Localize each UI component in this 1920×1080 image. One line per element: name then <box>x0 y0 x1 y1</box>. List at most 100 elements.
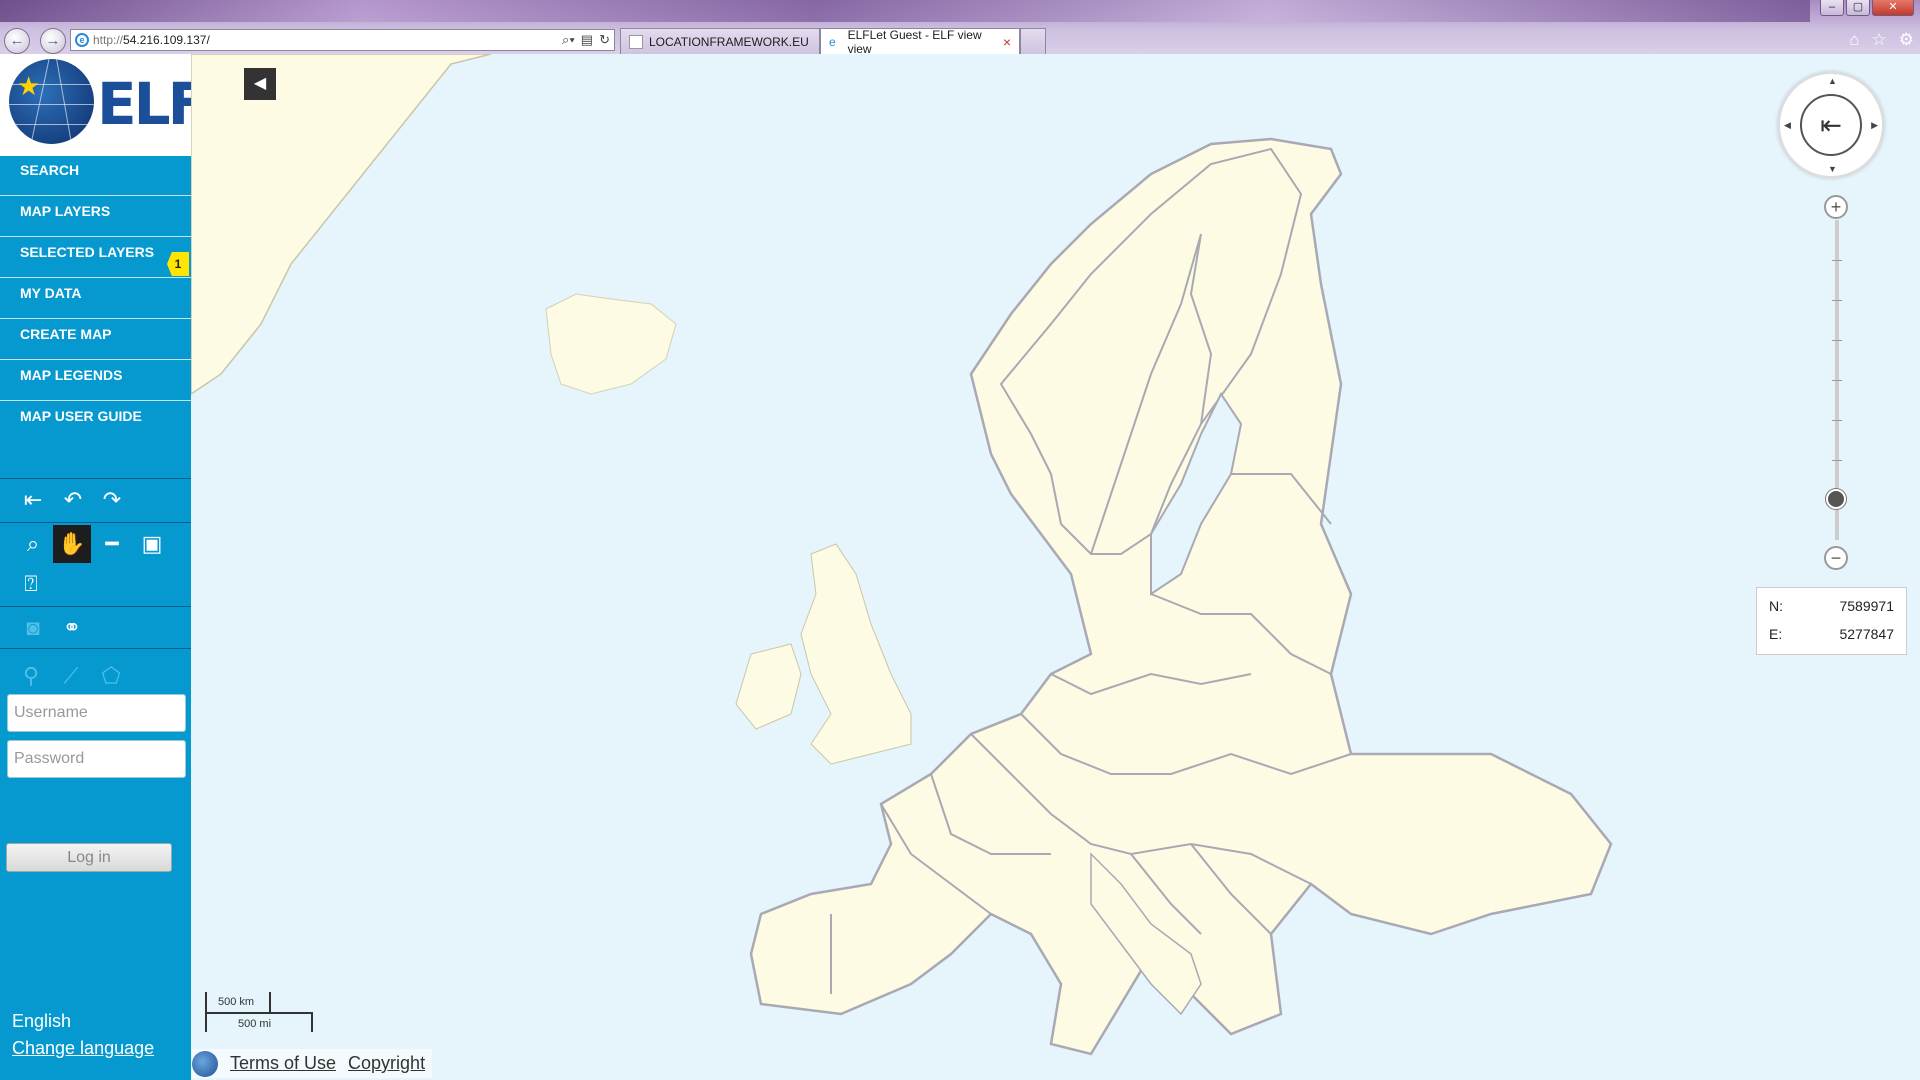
menu-label: MAP USER GUIDE <box>20 408 142 424</box>
address-bar[interactable]: e http://54.216.109.137/ ⌕▾ ▤ ↻ <box>70 29 615 51</box>
menu-selected-layers[interactable]: SELECTED LAYERS 1 <box>0 238 191 278</box>
east-label: E: <box>1769 626 1783 642</box>
reset-view-icon[interactable]: ⇤ <box>14 481 52 519</box>
refresh-icon[interactable]: ↻ <box>599 32 610 48</box>
menu-label: MAP LEGENDS <box>20 367 123 383</box>
forward-button[interactable]: → <box>40 28 66 54</box>
change-language-link[interactable]: Change language <box>12 1038 154 1059</box>
map-canvas[interactable] <box>191 54 1920 1080</box>
zoom-out-button[interactable]: − <box>1824 546 1848 570</box>
menu-search[interactable]: SEARCH <box>0 156 191 196</box>
collapse-sidebar-button[interactable]: ◀ <box>244 68 276 100</box>
browser-right-icons: ⌂ ☆ ⚙ <box>1849 30 1914 50</box>
add-line-icon[interactable]: ⟋ <box>52 657 90 695</box>
star-icon: ★ <box>17 71 41 101</box>
east-value: 5277847 <box>1839 626 1894 642</box>
search-icon[interactable]: ⌕▾ <box>562 32 575 48</box>
share-toolbar: ◙ ⚭ <box>0 606 191 648</box>
link-icon[interactable]: ⚭ <box>53 609 91 647</box>
menu-label: SEARCH <box>20 162 80 178</box>
login-button[interactable]: Log in <box>6 843 172 872</box>
pan-left-icon[interactable]: ◀ <box>1784 120 1791 131</box>
menu-map-layers[interactable]: MAP LAYERS <box>0 197 191 237</box>
tab-label: ELFLet Guest - ELF view view <box>847 27 982 56</box>
menu-label: MAP LAYERS <box>20 203 111 219</box>
new-tab-button[interactable] <box>1020 28 1046 54</box>
zoom-tick <box>1832 340 1842 341</box>
url-scheme: http:// <box>93 33 124 47</box>
current-language: English <box>12 1011 72 1031</box>
close-window-button[interactable]: ✕ <box>1872 0 1914 16</box>
menu-map-user-guide[interactable]: MAP USER GUIDE <box>0 402 191 442</box>
tab-locationframework[interactable]: LOCATIONFRAMEWORK.EU <box>620 28 820 54</box>
password-field[interactable]: Password <box>7 740 186 778</box>
logo: ★ ELF <box>0 54 207 156</box>
sidebar: ★ ELF SEARCH MAP LAYERS SELECTED LAYERS 1… <box>0 54 207 1080</box>
menu-map-legends[interactable]: MAP LEGENDS <box>0 361 191 401</box>
tab-elflet[interactable]: e ELFLet Guest - ELF view view × <box>820 27 1020 56</box>
europe-basemap <box>191 54 1613 1056</box>
maximize-button[interactable]: ▢ <box>1846 0 1870 16</box>
redo-icon[interactable]: ↷ <box>93 481 131 519</box>
map-tools-toolbar: ⌕ ✋ ━ ▣ ⍰ <box>0 522 191 606</box>
zoom-slider-handle[interactable] <box>1826 489 1846 509</box>
reset-view-icon[interactable]: ⇤ <box>1800 94 1862 156</box>
pan-up-icon[interactable]: ▲ <box>1828 76 1837 86</box>
map-footer: Terms of Use Copyright <box>192 1049 432 1078</box>
north-label: N: <box>1769 598 1783 614</box>
menu-create-map[interactable]: CREATE MAP <box>0 320 191 360</box>
north-value: 7589971 <box>1839 598 1894 614</box>
copyright-link[interactable]: Copyright <box>348 1053 425 1074</box>
logo-text: ELF <box>97 70 207 138</box>
page-icon <box>629 34 643 49</box>
compat-icon[interactable]: ▤ <box>581 32 593 48</box>
measure-area-icon[interactable]: ▣ <box>133 525 171 563</box>
great-britain-land <box>800 543 912 765</box>
back-button[interactable]: ← <box>4 28 30 54</box>
home-icon[interactable]: ⌂ <box>1849 30 1859 50</box>
zoom-box-icon[interactable]: ⌕ <box>14 525 52 563</box>
coordinate-display: N: 7589971 E: 5277847 <box>1756 587 1907 655</box>
settings-gear-icon[interactable]: ⚙ <box>1899 30 1914 50</box>
zoom-tick <box>1832 260 1842 261</box>
zoom-tick <box>1832 380 1842 381</box>
terms-of-use-link[interactable]: Terms of Use <box>230 1053 336 1074</box>
provider-globe-icon <box>192 1050 218 1077</box>
scale-bar: 500 km 500 mi <box>202 992 317 1034</box>
get-info-icon[interactable]: ⍰ <box>12 565 50 603</box>
menu-label: MY DATA <box>20 285 82 301</box>
iceland-land <box>545 293 677 395</box>
username-field[interactable]: Username <box>7 694 186 732</box>
scale-km-label: 500 km <box>218 996 255 1008</box>
pan-hand-icon[interactable]: ✋ <box>53 525 91 563</box>
browser-chrome: – ▢ ✕ ← → e http://54.216.109.137/ ⌕▾ ▤ … <box>0 0 1920 56</box>
pan-right-icon[interactable]: ▶ <box>1871 120 1878 131</box>
greenland-land <box>191 54 492 395</box>
ie-page-icon: e <box>75 33 89 47</box>
scale-mi-label: 500 mi <box>238 1018 272 1030</box>
zoom-tick <box>1832 460 1842 461</box>
favorites-star-icon[interactable]: ☆ <box>1872 30 1887 50</box>
undo-icon[interactable]: ↶ <box>54 481 92 519</box>
titlebar-background <box>0 0 1810 22</box>
tab-label: LOCATIONFRAMEWORK.EU <box>649 34 809 49</box>
url-text: 54.216.109.137/ <box>123 33 210 47</box>
zoom-tick <box>1832 420 1842 421</box>
zoom-tick <box>1832 300 1842 301</box>
menu-label: CREATE MAP <box>20 326 112 342</box>
elf-globe-icon: ★ <box>9 59 94 144</box>
add-point-icon[interactable]: ⚲ <box>12 657 50 695</box>
editing-toolbar: ⚲ ⟋ ⬠ <box>0 648 191 696</box>
menu-my-data[interactable]: MY DATA <box>0 279 191 319</box>
minimize-button[interactable]: – <box>1820 0 1844 16</box>
menu-label: SELECTED LAYERS <box>20 244 155 260</box>
measure-line-icon[interactable]: ━ <box>93 525 131 563</box>
pan-control[interactable]: ▲ ▼ ◀ ▶ ⇤ <box>1778 72 1884 178</box>
ie-tab-icon: e <box>829 34 842 49</box>
snapshot-icon[interactable]: ◙ <box>14 609 52 647</box>
pan-down-icon[interactable]: ▼ <box>1828 164 1837 174</box>
close-tab-icon[interactable]: × <box>1003 34 1011 50</box>
add-area-icon[interactable]: ⬠ <box>92 657 130 695</box>
ireland-land <box>735 643 802 730</box>
zoom-in-button[interactable]: + <box>1824 195 1848 219</box>
